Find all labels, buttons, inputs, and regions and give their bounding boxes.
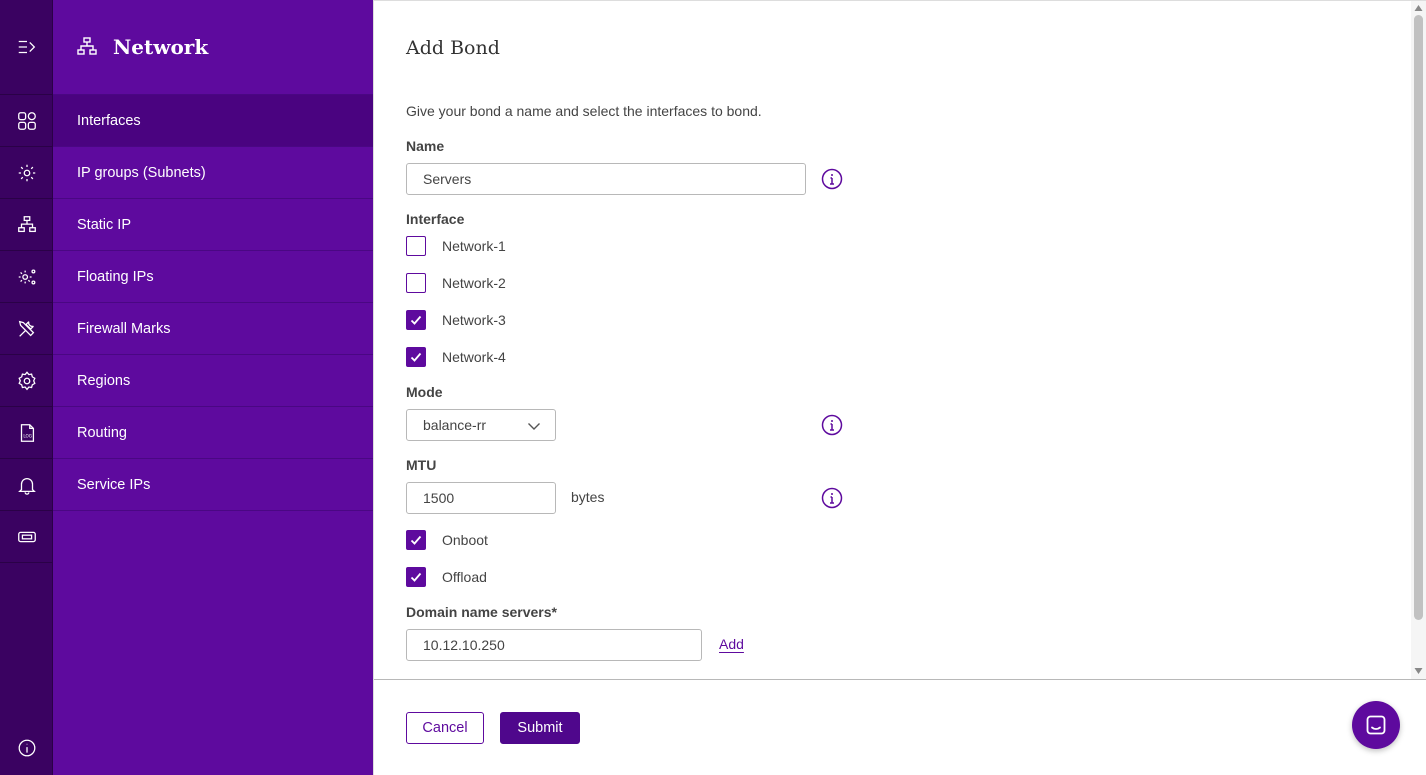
submit-button[interactable]: Submit xyxy=(500,712,580,744)
sidebar-header: Network xyxy=(53,0,373,95)
mode-select-value: balance-rr xyxy=(423,417,487,433)
onboot-option[interactable]: Onboot xyxy=(406,530,488,550)
add-dns-link[interactable]: Add xyxy=(719,636,744,652)
name-input-value: Servers xyxy=(423,171,472,187)
checkbox-checked[interactable] xyxy=(406,310,426,330)
sidebar-item-ip-groups[interactable]: IP groups (Subnets) xyxy=(53,147,373,199)
sidebar-item-floating-ips[interactable]: Floating IPs xyxy=(53,251,373,303)
sidebar-item-static-ip[interactable]: Static IP xyxy=(53,199,373,251)
sidebar: Network Interfaces IP groups (Subnets) S… xyxy=(53,0,373,775)
scrollbar[interactable] xyxy=(1411,1,1426,679)
bell-icon[interactable] xyxy=(0,459,53,511)
dns-label: Domain name servers* xyxy=(406,604,557,620)
offload-checkbox[interactable] xyxy=(406,567,426,587)
tools-icon[interactable] xyxy=(0,303,53,355)
gear-location-icon[interactable] xyxy=(0,147,53,199)
checkbox-label: Network-4 xyxy=(442,349,506,365)
checkbox[interactable] xyxy=(406,236,426,256)
scroll-up-arrow-icon[interactable] xyxy=(1414,4,1423,12)
checkbox-label: Network-2 xyxy=(442,275,506,291)
mode-info-icon[interactable] xyxy=(821,414,843,436)
offload-label: Offload xyxy=(442,569,487,585)
sidebar-item-service-ips[interactable]: Service IPs xyxy=(53,459,373,511)
page-title: Add Bond xyxy=(406,37,500,59)
checkbox-label: Network-1 xyxy=(442,238,506,254)
footer-divider xyxy=(374,679,1426,680)
mtu-label: MTU xyxy=(406,457,437,473)
interface-option-network-4[interactable]: Network-4 xyxy=(406,347,506,367)
checkmark-icon xyxy=(410,352,422,362)
checkmark-icon xyxy=(410,572,422,582)
section-title: Network xyxy=(113,35,209,59)
sidebar-item-routing[interactable]: Routing xyxy=(53,407,373,459)
checkmark-icon xyxy=(410,535,422,545)
info-icon[interactable] xyxy=(0,722,53,774)
gear-icon[interactable] xyxy=(0,355,53,407)
checkbox[interactable] xyxy=(406,273,426,293)
gear-nodes-icon[interactable] xyxy=(0,251,53,303)
mtu-info-icon[interactable] xyxy=(821,487,843,509)
main-content: Add Bond Give your bond a name and selec… xyxy=(373,0,1426,775)
mode-label: Mode xyxy=(406,384,443,400)
sidebar-item-regions[interactable]: Regions xyxy=(53,355,373,407)
log-file-icon[interactable]: LOG xyxy=(0,407,53,459)
interface-option-network-3[interactable]: Network-3 xyxy=(406,310,506,330)
svg-text:LOG: LOG xyxy=(23,433,32,438)
interface-option-network-1[interactable]: Network-1 xyxy=(406,236,506,256)
chevron-down-icon xyxy=(528,423,540,430)
chat-icon xyxy=(1366,715,1386,735)
name-input[interactable]: Servers xyxy=(406,163,806,195)
network-icon[interactable] xyxy=(0,199,53,251)
name-info-icon[interactable] xyxy=(821,168,843,190)
interface-label: Interface xyxy=(406,211,465,227)
mtu-input-value: 1500 xyxy=(423,490,455,506)
network-icon xyxy=(77,37,97,55)
checkmark-icon xyxy=(410,315,422,325)
ticket-icon[interactable] xyxy=(0,511,53,563)
sidebar-item-firewall-marks[interactable]: Firewall Marks xyxy=(53,303,373,355)
mode-select[interactable]: balance-rr xyxy=(406,409,556,441)
chat-launcher-button[interactable] xyxy=(1352,701,1400,749)
icon-rail: LOG xyxy=(0,0,53,775)
dns-input-value: 10.12.10.250 xyxy=(423,637,505,653)
expand-menu-icon[interactable] xyxy=(0,0,53,95)
sidebar-item-interfaces[interactable]: Interfaces xyxy=(53,95,373,147)
checkbox-label: Network-3 xyxy=(442,312,506,328)
scroll-down-arrow-icon[interactable] xyxy=(1414,667,1423,675)
dashboard-grid-icon[interactable] xyxy=(0,95,53,147)
name-label: Name xyxy=(406,138,445,154)
dns-input[interactable]: 10.12.10.250 xyxy=(406,629,702,661)
interface-option-network-2[interactable]: Network-2 xyxy=(406,273,506,293)
form-intro: Give your bond a name and select the int… xyxy=(406,103,762,119)
checkbox-checked[interactable] xyxy=(406,347,426,367)
scrollbar-thumb[interactable] xyxy=(1414,15,1423,620)
mtu-input[interactable]: 1500 xyxy=(406,482,556,514)
onboot-checkbox[interactable] xyxy=(406,530,426,550)
onboot-label: Onboot xyxy=(442,532,488,548)
mtu-unit: bytes xyxy=(571,489,605,505)
offload-option[interactable]: Offload xyxy=(406,567,487,587)
cancel-button[interactable]: Cancel xyxy=(406,712,484,744)
